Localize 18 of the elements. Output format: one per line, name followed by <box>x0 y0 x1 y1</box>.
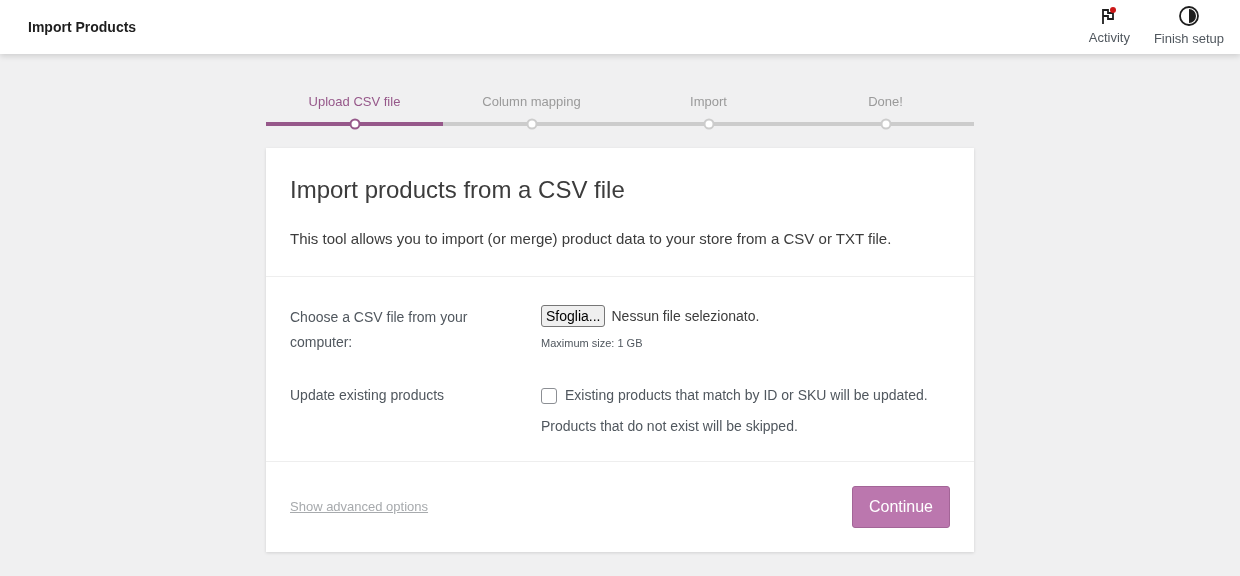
card-title: Import products from a CSV file <box>290 174 626 205</box>
half-circle-icon <box>1177 5 1200 28</box>
step-label: Column mapping <box>482 93 581 111</box>
step-label: Done! <box>868 93 903 111</box>
checkbox[interactable] <box>541 387 557 404</box>
file-status: Nessun file selezionato. <box>611 306 760 326</box>
header-action[interactable]: Finish setup <box>1141 0 1236 54</box>
header-action[interactable]: Activity <box>1076 0 1142 54</box>
page-title: Import Products <box>28 17 137 37</box>
field-label: Update existing products <box>290 386 446 405</box>
size-hint: Maximum size: 1 GB <box>541 336 644 351</box>
step-label: Upload CSV file <box>308 93 401 111</box>
checkbox-label: Existing products that match by ID or SKU will be updated. <box>565 386 928 405</box>
step-label: Import <box>690 93 727 111</box>
card-description: This tool allows you to import (or merge) product data to your store from a CSV or TXT file. <box>290 228 893 249</box>
update-note: Products that do not exist will be skipped. <box>541 417 799 436</box>
browse-button[interactable]: Sfoglia... <box>541 305 606 327</box>
field-label: Choose a CSV file from your computer: <box>290 308 469 352</box>
